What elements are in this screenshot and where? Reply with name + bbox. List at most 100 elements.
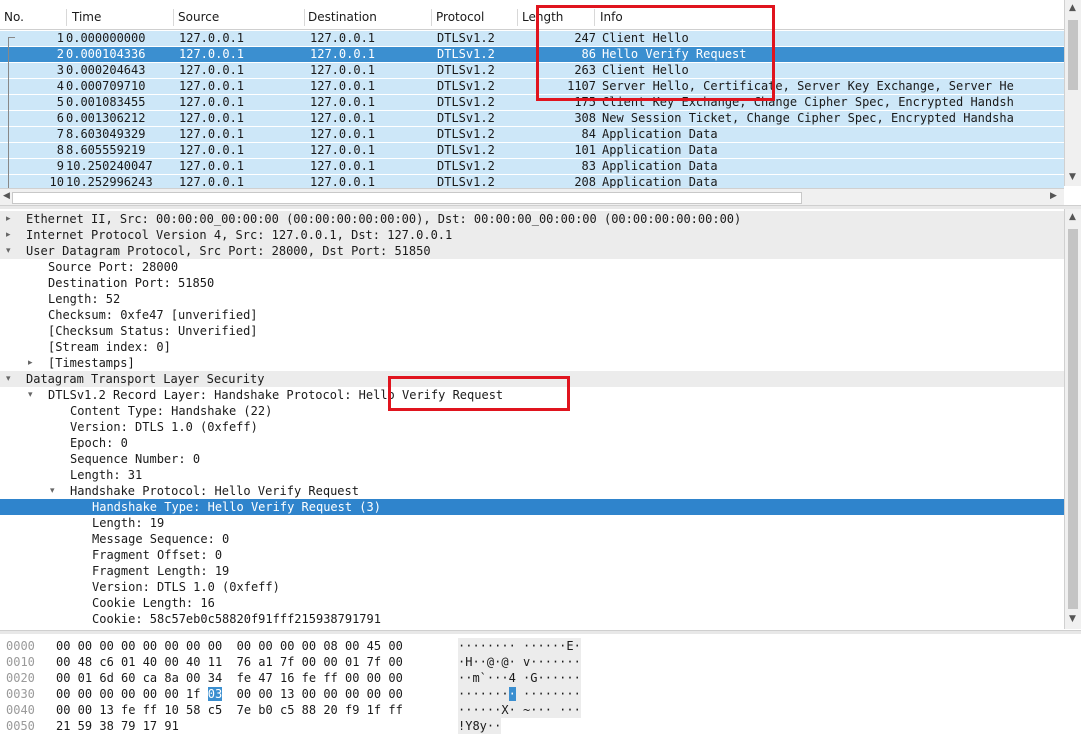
column-header-protocol[interactable]: Protocol bbox=[436, 10, 484, 24]
selected-byte: 03 bbox=[207, 687, 223, 701]
bytes-ascii[interactable]: !Y8y·· bbox=[458, 718, 502, 734]
packet-cell-time: 0.000709710 bbox=[66, 79, 146, 93]
packet-list-vertical-scrollbar[interactable]: ▲ ▼ bbox=[1064, 0, 1081, 186]
detail-text: Internet Protocol Version 4, Src: 127.0.… bbox=[26, 228, 453, 242]
scroll-right-arrow-icon[interactable]: ▶ bbox=[1050, 191, 1057, 201]
detail-tree-item[interactable]: Length: 19 bbox=[0, 515, 1064, 531]
bytes-ascii[interactable]: ········ ········ bbox=[458, 686, 581, 702]
bytes-row[interactable]: 0010 00 48 c6 01 40 00 40 11 76 a1 7f 00 … bbox=[0, 654, 1081, 670]
detail-tree-item[interactable]: ▸ Ethernet II, Src: 00:00:00_00:00:00 (00… bbox=[0, 211, 1064, 227]
conversation-bracket bbox=[8, 37, 15, 188]
packet-details-pane[interactable]: ▸ Ethernet II, Src: 00:00:00_00:00:00 (00… bbox=[0, 209, 1064, 629]
packet-row[interactable]: 9 10.250240047 127.0.0.1 127.0.0.1 DTLSv1.2 8… bbox=[0, 159, 1064, 174]
bytes-hex[interactable]: 21 59 38 79 17 91 bbox=[56, 718, 193, 734]
detail-tree-item[interactable]: Version: DTLS 1.0 (0xfeff) bbox=[0, 579, 1064, 595]
scrollbar-thumb[interactable] bbox=[1068, 20, 1078, 90]
column-header-destination[interactable]: Destination bbox=[308, 10, 377, 24]
expanded-arrow-icon[interactable]: ▾ bbox=[28, 387, 33, 403]
detail-tree-item[interactable]: Message Sequence: 0 bbox=[0, 531, 1064, 547]
bytes-hex[interactable]: 00 48 c6 01 40 00 40 11 76 a1 7f 00 00 0… bbox=[56, 654, 403, 670]
detail-tree-item[interactable]: [Stream index: 0] bbox=[0, 339, 1064, 355]
packet-cell-dst: 127.0.0.1 bbox=[310, 47, 376, 61]
detail-text: Fragment Length: 19 bbox=[92, 564, 230, 578]
scroll-up-arrow-icon[interactable]: ▲ bbox=[1069, 212, 1076, 222]
packet-bytes-pane[interactable]: 0000 00 00 00 00 00 00 00 00 00 00 00 00 … bbox=[0, 636, 1081, 741]
detail-tree-item[interactable]: ▸ [Timestamps] bbox=[0, 355, 1064, 371]
column-header-source[interactable]: Source bbox=[178, 10, 219, 24]
bytes-hex[interactable]: 00 00 13 fe ff 10 58 c5 7e b0 c5 88 20 f… bbox=[56, 702, 403, 718]
detail-tree-item[interactable]: Length: 31 bbox=[0, 467, 1064, 483]
bytes-offset: 0030 bbox=[6, 687, 35, 701]
detail-text: User Datagram Protocol, Src Port: 28000,… bbox=[26, 244, 431, 258]
detail-text: Message Sequence: 0 bbox=[92, 532, 230, 546]
pane-splitter[interactable] bbox=[0, 630, 1081, 634]
annotation-box-info-column bbox=[536, 5, 775, 101]
detail-tree-item[interactable]: Checksum: 0xfe47 [unverified] bbox=[0, 307, 1064, 323]
bytes-hex[interactable]: 00 00 00 00 00 00 00 00 00 00 00 00 08 0… bbox=[56, 638, 403, 654]
bytes-row[interactable]: 0020 00 01 6d 60 ca 8a 00 34 fe 47 16 fe … bbox=[0, 670, 1081, 686]
bytes-ascii[interactable]: ··m`···4 ·G······ bbox=[458, 670, 581, 686]
packet-cell-src: 127.0.0.1 bbox=[179, 63, 245, 77]
packet-row[interactable]: 5 0.001083455 127.0.0.1 127.0.0.1 DTLSv1.2 17… bbox=[0, 95, 1064, 110]
packet-cell-src: 127.0.0.1 bbox=[179, 31, 245, 45]
scroll-up-arrow-icon[interactable]: ▲ bbox=[1069, 3, 1076, 13]
detail-tree-item[interactable]: Version: DTLS 1.0 (0xfeff) bbox=[0, 419, 1064, 435]
bytes-row[interactable]: 0030 00 00 00 00 00 00 1f 03 00 00 13 00 … bbox=[0, 686, 1081, 702]
detail-tree-item[interactable]: Epoch: 0 bbox=[0, 435, 1064, 451]
packet-row[interactable]: 8 8.605559219 127.0.0.1 127.0.0.1 DTLSv1.2 10… bbox=[0, 143, 1064, 158]
packet-cell-time: 10.250240047 bbox=[66, 159, 153, 173]
detail-tree-item[interactable]: Destination Port: 51850 bbox=[0, 275, 1064, 291]
detail-text: Length: 52 bbox=[48, 292, 121, 306]
packet-list-horizontal-scrollbar[interactable]: ◀ ▶ bbox=[0, 188, 1064, 205]
scrollbar-thumb[interactable] bbox=[12, 192, 802, 204]
detail-tree-item[interactable]: Handshake Type: Hello Verify Request (3) bbox=[0, 499, 1064, 515]
detail-tree-item[interactable]: Cookie Length: 16 bbox=[0, 595, 1064, 611]
collapsed-arrow-icon[interactable]: ▸ bbox=[6, 227, 11, 243]
expanded-arrow-icon[interactable]: ▾ bbox=[6, 371, 11, 387]
bytes-hex-group-a: 00 00 00 00 00 00 00 00 bbox=[56, 639, 223, 653]
bytes-hex[interactable]: 00 00 00 00 00 00 1f 03 00 00 13 00 00 0… bbox=[56, 686, 403, 702]
packet-cell-dst: 127.0.0.1 bbox=[310, 159, 376, 173]
detail-tree-item[interactable]: ▸ Internet Protocol Version 4, Src: 127.0… bbox=[0, 227, 1064, 243]
bytes-row[interactable]: 0000 00 00 00 00 00 00 00 00 00 00 00 00 … bbox=[0, 638, 1081, 654]
bytes-hex-group-a: 00 48 c6 01 40 00 40 11 bbox=[56, 655, 223, 669]
packet-row[interactable]: 2 0.000104336 127.0.0.1 127.0.0.1 DTLSv1.2 86… bbox=[0, 47, 1064, 62]
expanded-arrow-icon[interactable]: ▾ bbox=[50, 483, 55, 499]
scrollbar-thumb[interactable] bbox=[1068, 229, 1078, 609]
collapsed-arrow-icon[interactable]: ▸ bbox=[28, 355, 33, 371]
packet-cell-time: 8.603049329 bbox=[66, 127, 146, 141]
detail-tree-item[interactable]: ▾ Handshake Protocol: Hello Verify Reques… bbox=[0, 483, 1064, 499]
column-header-time[interactable]: Time bbox=[72, 10, 101, 24]
bytes-ascii[interactable]: ········ ······E· bbox=[458, 638, 581, 654]
packet-row[interactable]: 3 0.000204643 127.0.0.1 127.0.0.1 DTLSv1.2 26… bbox=[0, 63, 1064, 78]
packet-row[interactable]: 4 0.000709710 127.0.0.1 127.0.0.1 DTLSv1.2 11… bbox=[0, 79, 1064, 94]
details-vertical-scrollbar[interactable]: ▲ ▼ bbox=[1064, 209, 1081, 629]
scroll-left-arrow-icon[interactable]: ◀ bbox=[3, 191, 10, 201]
detail-tree-item[interactable]: Sequence Number: 0 bbox=[0, 451, 1064, 467]
scroll-down-arrow-icon[interactable]: ▼ bbox=[1069, 172, 1076, 182]
packet-row[interactable]: 6 0.001306212 127.0.0.1 127.0.0.1 DTLSv1.2 30… bbox=[0, 111, 1064, 126]
collapsed-arrow-icon[interactable]: ▸ bbox=[6, 211, 11, 227]
detail-tree-item[interactable]: [Checksum Status: Unverified] bbox=[0, 323, 1064, 339]
detail-tree-item[interactable]: ▾ User Datagram Protocol, Src Port: 28000… bbox=[0, 243, 1064, 259]
bytes-row[interactable]: 0040 00 00 13 fe ff 10 58 c5 7e b0 c5 88 … bbox=[0, 702, 1081, 718]
bytes-ascii[interactable]: ·H··@·@· v······· bbox=[458, 654, 581, 670]
detail-tree-item[interactable]: Length: 52 bbox=[0, 291, 1064, 307]
scroll-down-arrow-icon[interactable]: ▼ bbox=[1069, 614, 1076, 624]
packet-row[interactable]: 1 0.000000000 127.0.0.1 127.0.0.1 DTLSv1.2 24… bbox=[0, 31, 1064, 46]
detail-tree-item[interactable]: Source Port: 28000 bbox=[0, 259, 1064, 275]
bytes-hex[interactable]: 00 01 6d 60 ca 8a 00 34 fe 47 16 fe ff 0… bbox=[56, 670, 403, 686]
detail-tree-item[interactable]: Cookie: 58c57eb0c58820f91fff215938791791 bbox=[0, 611, 1064, 627]
column-header-no[interactable]: No. bbox=[4, 10, 24, 24]
bytes-ascii[interactable]: ······X· ~··· ··· bbox=[458, 702, 581, 718]
packet-cell-proto: DTLSv1.2 bbox=[437, 127, 495, 141]
detail-text: [Stream index: 0] bbox=[48, 340, 171, 354]
bytes-hex-group-b: 76 a1 7f 00 00 01 7f 00 bbox=[236, 655, 403, 669]
bytes-row[interactable]: 0050 21 59 38 79 17 91 !Y8y·· bbox=[0, 718, 1081, 734]
expanded-arrow-icon[interactable]: ▾ bbox=[6, 243, 11, 259]
packet-cell-proto: DTLSv1.2 bbox=[437, 143, 495, 157]
packet-row[interactable]: 7 8.603049329 127.0.0.1 127.0.0.1 DTLSv1.2 84… bbox=[0, 127, 1064, 142]
detail-tree-item[interactable]: Fragment Length: 19 bbox=[0, 563, 1064, 579]
detail-tree-item[interactable]: Fragment Offset: 0 bbox=[0, 547, 1064, 563]
packet-cell-proto: DTLSv1.2 bbox=[437, 31, 495, 45]
